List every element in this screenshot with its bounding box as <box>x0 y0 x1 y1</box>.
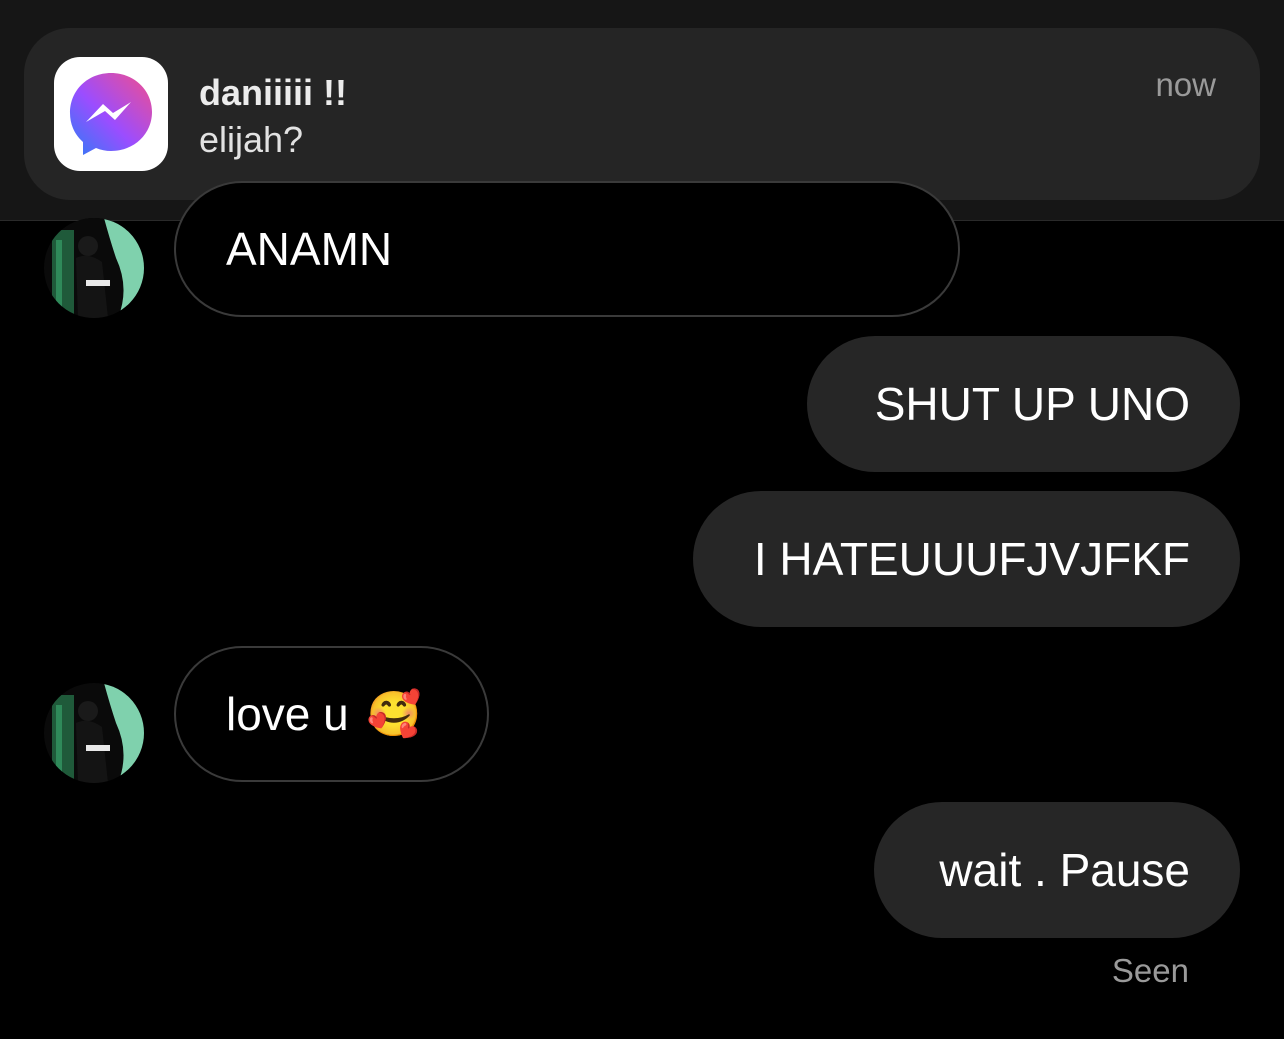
message-bubble-incoming[interactable]: love u 🥰 <box>174 646 489 782</box>
message-bubble-outgoing[interactable]: wait . Pause <box>874 802 1240 938</box>
message-text: SHUT UP UNO <box>874 378 1190 430</box>
message-bubble-incoming[interactable]: ANAMN <box>174 181 960 317</box>
contact-avatar[interactable] <box>44 218 144 318</box>
read-receipt: Seen <box>1111 952 1189 989</box>
message-text: ANAMN <box>226 223 393 275</box>
smiling-face-with-hearts-emoji: 🥰 <box>366 689 422 740</box>
notification-banner[interactable]: daniiiii !! elijah? now <box>24 28 1260 200</box>
message-bubble-outgoing[interactable]: I HATEUUUFJVJFKF <box>693 491 1240 627</box>
contact-avatar[interactable] <box>44 683 144 783</box>
notification-time: now <box>1155 66 1216 103</box>
message-text: I HATEUUUFJVJFKF <box>753 533 1190 585</box>
message-bubble-outgoing[interactable]: SHUT UP UNO <box>807 336 1240 472</box>
message-text: wait . Pause <box>939 844 1190 896</box>
messenger-icon <box>54 57 168 171</box>
notification-message: elijah? <box>199 119 304 160</box>
notification-sender: daniiiii !! <box>199 72 347 113</box>
message-text: love u <box>226 688 349 740</box>
